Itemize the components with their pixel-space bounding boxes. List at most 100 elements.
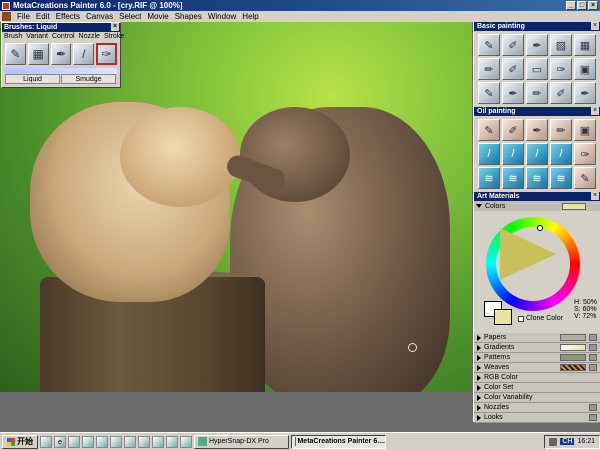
brush-variant-labels: Liquid Smudge: [2, 74, 120, 84]
patterns-row[interactable]: Patterns: [474, 353, 600, 363]
basic-painting-title[interactable]: Basic painting: [474, 22, 600, 31]
menu-shapes[interactable]: Shapes: [172, 12, 205, 21]
brushes-menu-variant[interactable]: Variant: [26, 32, 48, 41]
secondary-color-swatch[interactable]: [494, 309, 512, 325]
smudge-icon[interactable]: ✑: [550, 58, 572, 80]
menu-help[interactable]: Help: [239, 12, 261, 21]
airbrush-icon[interactable]: ▦: [27, 43, 49, 65]
nozzles-row[interactable]: Nozzles: [474, 403, 600, 413]
palette-knife-icon[interactable]: ✑: [574, 143, 596, 165]
brushes-menu-brush[interactable]: Brush: [4, 32, 22, 41]
menu-window[interactable]: Window: [205, 12, 239, 21]
snap-icon[interactable]: [180, 435, 192, 448]
impasto-thick-icon[interactable]: /: [550, 143, 572, 165]
felt-pen-icon[interactable]: ✒: [574, 82, 596, 104]
fill-icon[interactable]: ▣: [574, 58, 596, 80]
clone-color-option[interactable]: Clone Color: [518, 315, 563, 322]
ink-icon[interactable]: ✐: [550, 82, 572, 104]
close-icon[interactable]: ×: [111, 23, 119, 31]
speaker-icon[interactable]: [549, 437, 558, 446]
hue-value: H: 50%: [574, 299, 597, 306]
marker-icon[interactable]: ✒: [526, 34, 548, 56]
pencil-brush-icon[interactable]: ✎: [5, 43, 26, 65]
looks-row[interactable]: Looks: [474, 413, 600, 423]
minimize-button[interactable]: _: [566, 1, 576, 10]
blend-icon[interactable]: ▧: [550, 34, 572, 56]
oil-brush-icon[interactable]: ✎: [478, 119, 500, 141]
close-icon[interactable]: ×: [591, 22, 599, 30]
menu-effects[interactable]: Effects: [53, 12, 83, 21]
texture-round-icon[interactable]: ≋: [526, 167, 548, 189]
window-controls: _ □ ×: [566, 1, 598, 10]
oil-stamp-icon[interactable]: ▣: [574, 119, 596, 141]
chalk-brush-icon[interactable]: /: [73, 43, 95, 65]
oil-flat-icon[interactable]: ✐: [502, 119, 524, 141]
hue-marker[interactable]: [537, 225, 543, 231]
menu-canvas[interactable]: Canvas: [83, 12, 116, 21]
color-set-row[interactable]: Color Set: [474, 383, 600, 393]
document-icon[interactable]: [2, 12, 11, 21]
colors-header[interactable]: Colors: [474, 201, 600, 211]
menu-select[interactable]: Select: [116, 12, 144, 21]
texture-thick-icon[interactable]: ≋: [550, 167, 572, 189]
close-icon[interactable]: ×: [591, 107, 599, 115]
oil-painting-title[interactable]: Oil painting: [474, 107, 600, 116]
art-materials-title[interactable]: Art Materials: [474, 192, 600, 201]
pen-brush-icon[interactable]: ✒: [50, 43, 72, 65]
oil-round-icon[interactable]: ✒: [526, 119, 548, 141]
impasto-round-icon[interactable]: /: [526, 143, 548, 165]
brush-variant-label[interactable]: Smudge: [61, 74, 116, 84]
task-painter[interactable]: MetaCreations Painter 6....: [291, 434, 386, 449]
pastel-icon[interactable]: ✏: [526, 82, 548, 104]
terminal-icon[interactable]: [152, 435, 164, 448]
impasto-icon[interactable]: /: [478, 143, 500, 165]
impasto-flat-icon[interactable]: /: [502, 143, 524, 165]
hue-ring[interactable]: [486, 217, 580, 311]
brushes-menu-nozzle[interactable]: Nozzle: [79, 32, 100, 41]
liquid-brush-icon[interactable]: ✑: [96, 43, 117, 65]
menu-movie[interactable]: Movie: [144, 12, 171, 21]
maximize-button[interactable]: □: [577, 1, 587, 10]
rgb-color-row[interactable]: RGB Color: [474, 373, 600, 383]
ie-icon[interactable]: e: [54, 435, 66, 448]
task-hypersnap[interactable]: HyperSnap-DX Pro: [194, 434, 289, 449]
settings-icon[interactable]: [138, 435, 150, 448]
spray-icon[interactable]: ▦: [574, 34, 596, 56]
explorer-icon[interactable]: [68, 435, 80, 448]
desktop-icon[interactable]: [40, 435, 52, 448]
eraser-icon[interactable]: ▭: [526, 58, 548, 80]
camera-icon[interactable]: [166, 435, 178, 448]
ime-indicator[interactable]: CH: [560, 438, 575, 445]
charcoal-icon[interactable]: ✒: [502, 82, 524, 104]
texture-icon[interactable]: ≋: [478, 167, 500, 189]
app-icon[interactable]: [96, 435, 108, 448]
chalk-icon[interactable]: ✏: [478, 58, 500, 80]
media-icon[interactable]: [110, 435, 122, 448]
clock[interactable]: 16:21: [577, 438, 595, 445]
brushes-menu-stroke[interactable]: Stroke: [104, 32, 124, 41]
outlook-icon[interactable]: [82, 435, 94, 448]
papers-row[interactable]: Papers: [474, 333, 600, 343]
close-icon[interactable]: ×: [591, 192, 599, 200]
brush-category-label[interactable]: Liquid: [5, 74, 60, 84]
expand-right-icon: [477, 344, 481, 351]
paint-icon[interactable]: [124, 435, 136, 448]
pencil-icon[interactable]: ✎: [478, 34, 500, 56]
brushes-menu-control[interactable]: Control: [52, 32, 75, 41]
color-variability-row[interactable]: Color Variability: [474, 393, 600, 403]
start-button[interactable]: 开始: [2, 434, 38, 449]
menu-edit[interactable]: Edit: [33, 12, 53, 21]
blender-icon[interactable]: ✎: [574, 167, 596, 189]
clone-color-checkbox[interactable]: [518, 315, 524, 322]
saturation-value-triangle[interactable]: [500, 228, 556, 280]
oil-knife-icon[interactable]: ✏: [550, 119, 572, 141]
airbrush-tool-icon[interactable]: ✐: [502, 58, 524, 80]
crayon-icon[interactable]: ✎: [478, 82, 500, 104]
weaves-row[interactable]: Weaves: [474, 363, 600, 373]
brush-icon[interactable]: ✐: [502, 34, 524, 56]
close-button[interactable]: ×: [588, 1, 598, 10]
brushes-palette-title[interactable]: Brushes: Liquid ×: [2, 23, 120, 32]
menu-file[interactable]: File: [14, 12, 33, 21]
texture-flat-icon[interactable]: ≋: [502, 167, 524, 189]
gradients-row[interactable]: Gradients: [474, 343, 600, 353]
